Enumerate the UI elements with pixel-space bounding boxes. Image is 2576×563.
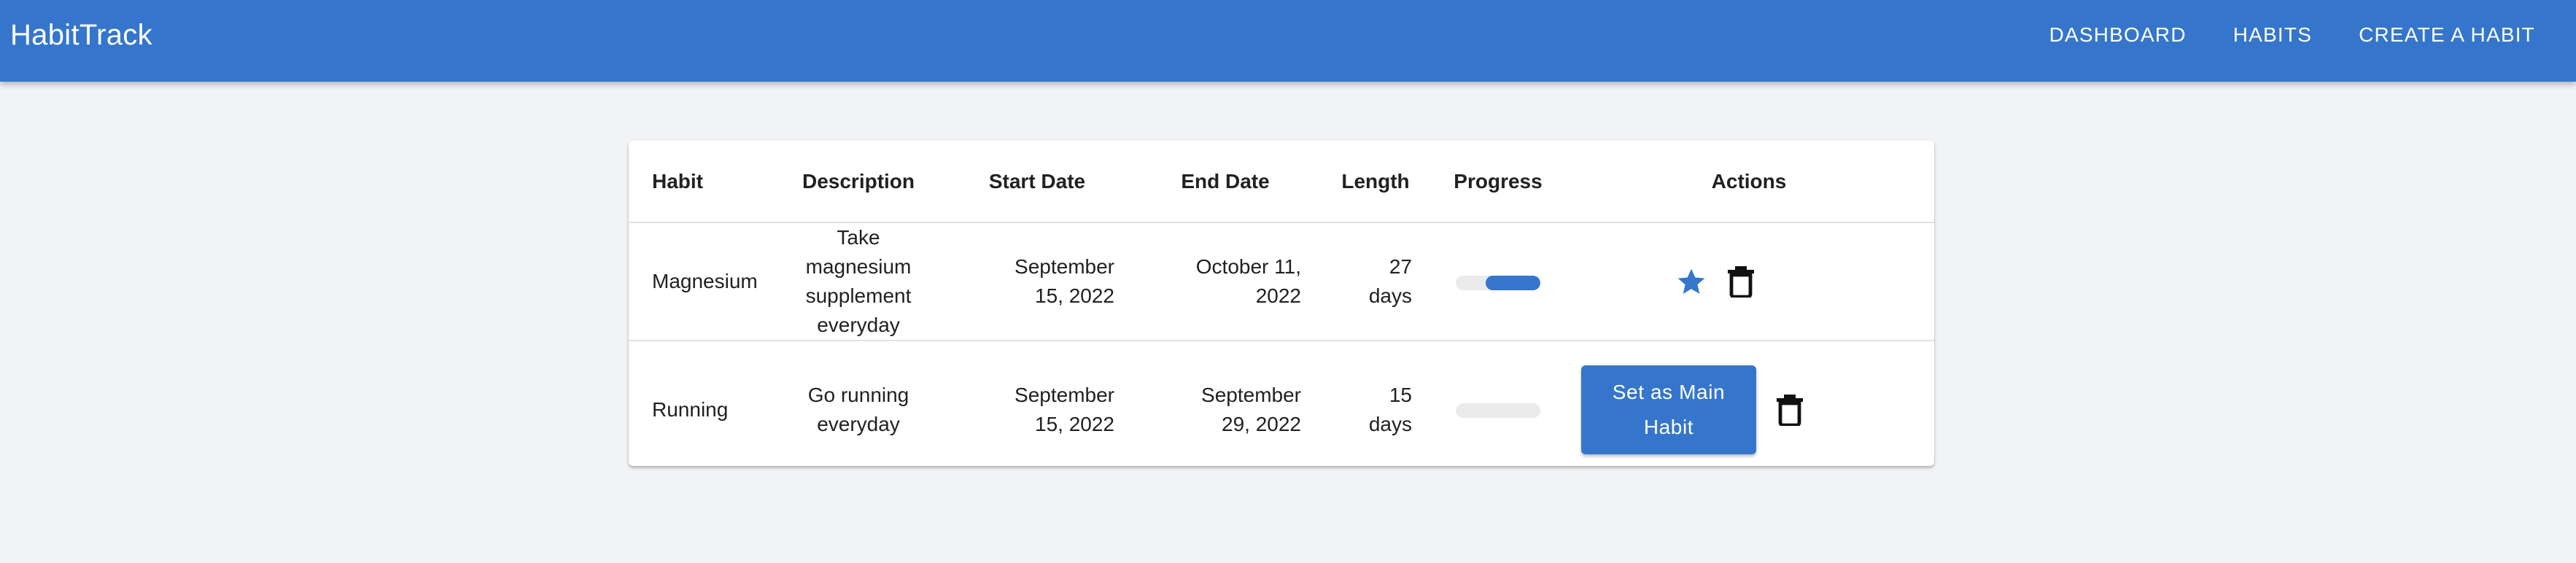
header-progress: Progress: [1432, 141, 1564, 223]
table-row: Running Go running everyday September 15…: [629, 341, 1934, 466]
header-habit: Habit: [629, 141, 775, 223]
habit-description: Go running everyday: [807, 383, 909, 435]
table-header-row: Habit Description Start Date End Date Le…: [629, 141, 1934, 223]
habit-length: 27 days: [1319, 222, 1432, 341]
habit-name: Magnesium: [629, 222, 775, 341]
actions-group: [1498, 264, 1934, 299]
trash-icon[interactable]: [1772, 392, 1807, 427]
star-icon[interactable]: [1674, 264, 1709, 299]
habit-description-text: Take magnesium supplement everyday: [805, 226, 912, 336]
progress-bar: [1456, 403, 1540, 419]
habits-table: Habit Description Start Date End Date Le…: [629, 141, 1934, 466]
nav-habits[interactable]: HABITS: [2210, 0, 2335, 70]
app-bar: HabitTrack DASHBOARD HABITS CREATE A HAB…: [0, 0, 2576, 82]
habit-length-text: 27 days: [1368, 255, 1412, 307]
habit-start-date: September 15, 2022: [942, 341, 1132, 466]
habit-length-text: 15 days: [1368, 383, 1412, 435]
habits-table-card: Habit Description Start Date End Date Le…: [629, 141, 1934, 466]
top-nav: DASHBOARD HABITS CREATE A HABIT: [2026, 0, 2576, 70]
nav-dashboard[interactable]: DASHBOARD: [2026, 0, 2210, 70]
habit-actions: Set as Main Habit: [1564, 341, 1934, 466]
habit-progress: [1432, 341, 1564, 466]
habit-start-date: September 15, 2022: [942, 222, 1132, 341]
habit-length: 15 days: [1319, 341, 1432, 466]
header-description: Description: [775, 141, 942, 223]
set-main-habit-button[interactable]: Set as Main Habit: [1581, 365, 1756, 454]
actions-group: Set as Main Habit: [1564, 365, 1934, 454]
header-end-date: End Date: [1132, 141, 1319, 223]
header-length: Length: [1319, 141, 1432, 223]
habit-end-date-text: September 29, 2022: [1201, 383, 1301, 435]
habit-description: Take magnesium supplement everyday: [775, 222, 942, 341]
habit-end-date: October 11, 2022: [1132, 222, 1319, 341]
habit-actions: [1564, 222, 1934, 341]
header-actions: Actions: [1564, 141, 1934, 223]
habit-end-date-text: October 11, 2022: [1195, 255, 1301, 307]
nav-create-habit[interactable]: CREATE A HABIT: [2335, 0, 2576, 70]
progress-fill: [1485, 275, 1540, 290]
habit-name: Running: [652, 397, 729, 421]
progress-bar: [1456, 275, 1540, 290]
habit-start-date-text: September 15, 2022: [1015, 255, 1114, 307]
header-start-date: Start Date: [942, 141, 1132, 223]
habit-start-date-text: September 15, 2022: [1015, 383, 1114, 435]
trash-icon[interactable]: [1723, 264, 1758, 299]
habit-end-date: September 29, 2022: [1132, 341, 1319, 466]
app-title[interactable]: HabitTrack: [10, 0, 152, 70]
table-row: Magnesium Take magnesium supplement ever…: [629, 222, 1934, 341]
